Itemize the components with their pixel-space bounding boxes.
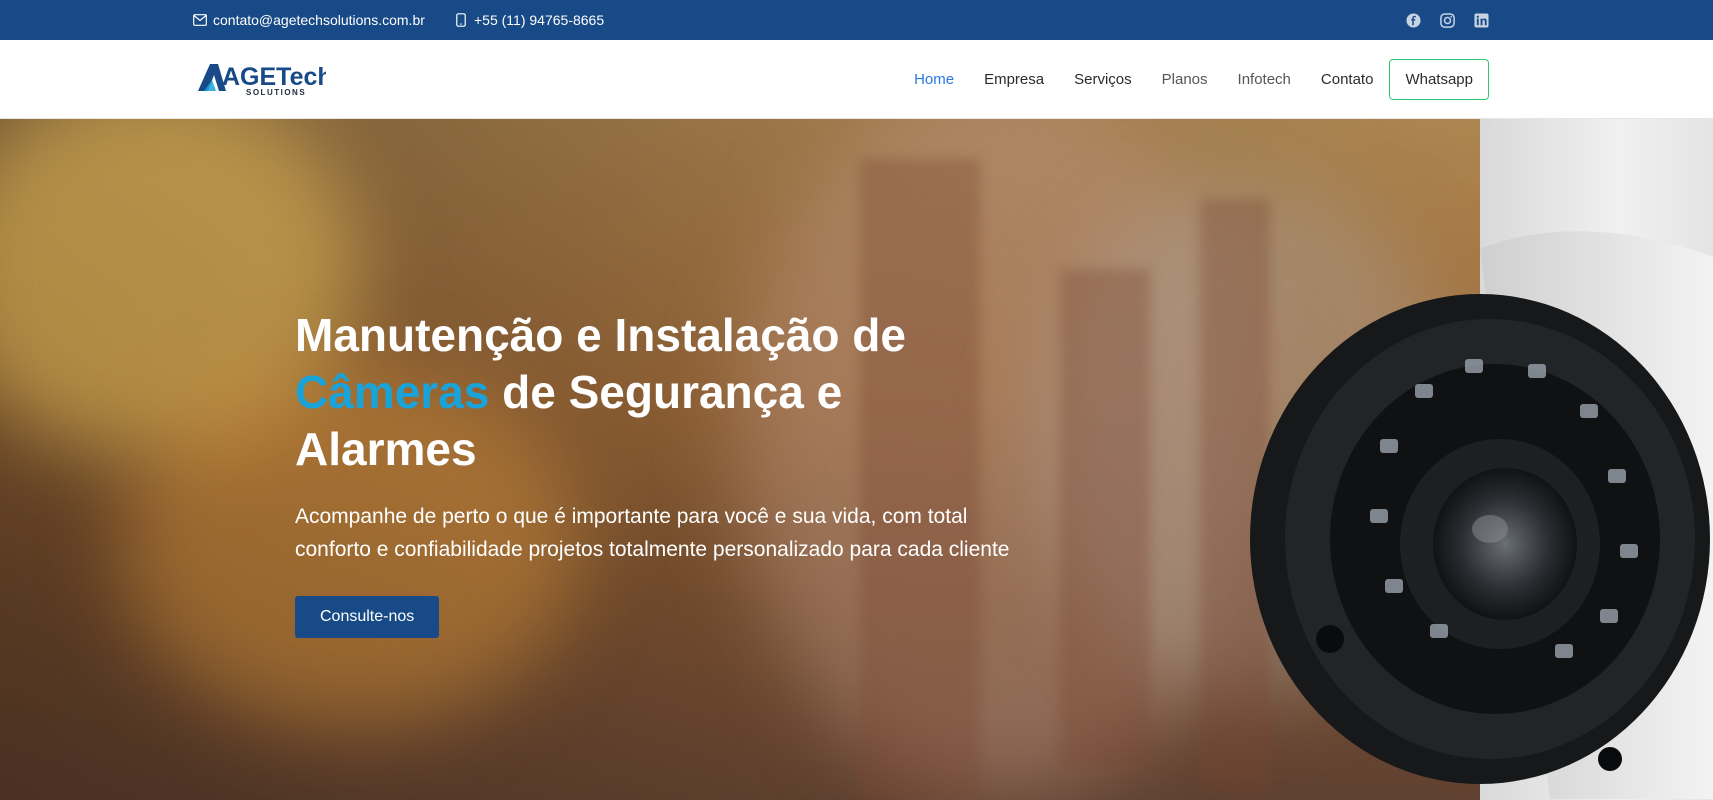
- nav-servicos[interactable]: Serviços: [1074, 71, 1132, 88]
- main-nav: Home Empresa Serviços Planos Infotech Co…: [884, 40, 1489, 119]
- instagram-icon[interactable]: [1440, 12, 1455, 28]
- security-camera-image: [1250, 231, 1713, 799]
- consulte-nos-button[interactable]: Consulte-nos: [295, 596, 440, 638]
- logo-text: AGETech: [222, 63, 326, 91]
- hero-subtitle: Acompanhe de perto o que é importante pa…: [295, 505, 1010, 561]
- linkedin-icon[interactable]: [1474, 12, 1489, 28]
- nav-planos[interactable]: Planos: [1162, 71, 1208, 88]
- nav-home[interactable]: Home: [914, 71, 954, 88]
- logo-subtext: SOLUTIONS: [246, 88, 306, 97]
- phone-link[interactable]: +55 (11) 94765-8665: [454, 0, 604, 40]
- nav-contato[interactable]: Contato: [1321, 71, 1374, 88]
- email-text: contato@agetechsolutions.com.br: [213, 12, 425, 28]
- nav-infotech[interactable]: Infotech: [1238, 71, 1291, 88]
- agetech-logo[interactable]: AGETech SOLUTIONS: [196, 58, 333, 98]
- hero-title-accent: Câmeras: [295, 366, 490, 418]
- facebook-icon[interactable]: [1406, 12, 1421, 28]
- mobile-phone-icon: [454, 13, 468, 27]
- hero-title: Manutenção e Instalação de Câmeras de Se…: [295, 307, 1015, 478]
- envelope-icon: [193, 13, 207, 27]
- social-links: [1406, 0, 1489, 40]
- phone-text: +55 (11) 94765-8665: [474, 12, 605, 28]
- topbar: contato@agetechsolutions.com.br +55 (11)…: [0, 0, 1713, 40]
- whatsapp-button[interactable]: Whatsapp: [1389, 59, 1489, 100]
- main-header: AGETech SOLUTIONS Home Empresa Serviços …: [0, 40, 1713, 119]
- hero-content: Manutenção e Instalação de Câmeras de Se…: [295, 307, 1015, 638]
- hero-bg-building: [1060, 269, 1150, 769]
- email-link[interactable]: contato@agetechsolutions.com.br: [193, 0, 425, 40]
- nav-empresa[interactable]: Empresa: [984, 71, 1044, 88]
- hero-section: Manutenção e Instalação de Câmeras de Se…: [0, 119, 1713, 800]
- hero-title-line1: Manutenção e Instalação de: [295, 309, 906, 361]
